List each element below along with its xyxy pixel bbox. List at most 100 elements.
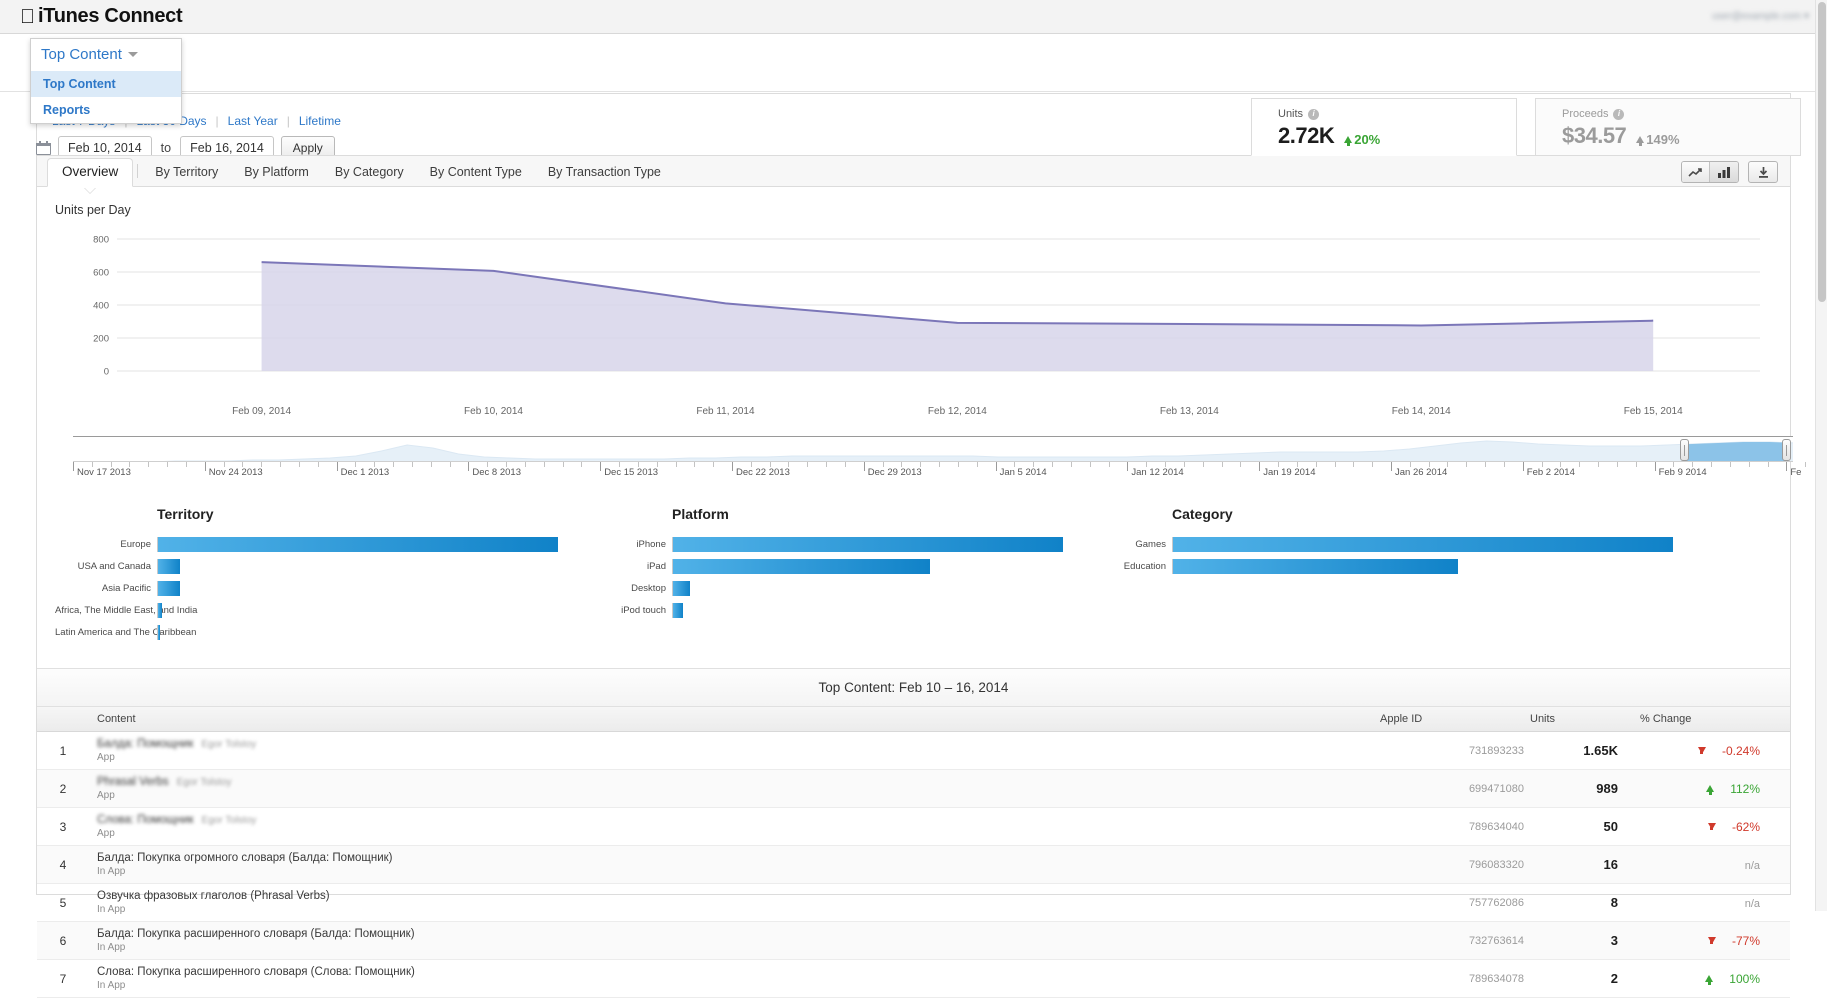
- tab-overview[interactable]: Overview: [47, 158, 134, 187]
- navigator-tick-label: Dec 8 2013: [472, 467, 521, 478]
- cell-content[interactable]: Слова: Покупка расширенного словаря (Сло…: [89, 959, 1380, 998]
- navigator-tick: [204, 462, 206, 471]
- pct-change-wrap: 112%: [1706, 782, 1760, 796]
- page-scrollbar[interactable]: [1815, 0, 1827, 911]
- navigator-minor-tick: [562, 462, 564, 467]
- content-name-text: Балда: Покупка огромного словаря (Балда:…: [97, 852, 393, 864]
- breakdown-row-track: [157, 581, 557, 596]
- brand[interactable]:  iTunes Connect: [0, 5, 183, 28]
- range-handle-left-icon[interactable]: [1679, 439, 1689, 461]
- breakdown-bar[interactable]: [158, 559, 181, 574]
- tab-by-platform[interactable]: By Platform: [231, 165, 322, 186]
- breakdown-bar[interactable]: [1173, 559, 1458, 574]
- tab-by-category[interactable]: By Category: [322, 165, 417, 186]
- table-row[interactable]: 4 Балда: Покупка огромного словаря (Балда…: [37, 845, 1790, 884]
- breakdown-row: Africa, The Middle East, and India: [55, 602, 570, 619]
- chart-navigator[interactable]: Nov 17 2013 Nov 24 2013 Dec 1 2013 Dec 8 20…: [37, 436, 1826, 484]
- breakdown-bar[interactable]: [673, 603, 684, 618]
- navigator-minor-tick: [185, 462, 187, 467]
- breakdown-bar[interactable]: [158, 603, 162, 618]
- tab-by-territory[interactable]: By Territory: [142, 165, 231, 186]
- quick-range-last-year[interactable]: Last Year: [219, 114, 287, 128]
- cell-content[interactable]: Озвучка фразовых глаголов (Phrasal Verbs…: [89, 883, 1380, 922]
- kpi-units-label-row: Units i: [1278, 108, 1516, 120]
- navigator-tick-label: Dec 15 2013: [604, 467, 659, 478]
- table-row[interactable]: 7 Слова: Покупка расширенного словаря (Сл…: [37, 959, 1790, 998]
- cell-content[interactable]: Балда: Помощник Egor Tolstoy App: [89, 731, 1380, 770]
- navigator-tick-label: Jan 26 2014: [1394, 467, 1448, 478]
- svg-text:800: 800: [93, 235, 109, 246]
- column-pct-change[interactable]: % Change: [1640, 707, 1790, 732]
- table-row[interactable]: 3 Слова: Помощник Egor Tolstoy App 789634040…: [37, 807, 1790, 846]
- breakdown-bar[interactable]: [1173, 537, 1673, 552]
- cell-content[interactable]: Балда: Покупка расширенного словаря (Бал…: [89, 921, 1380, 960]
- cell-content[interactable]: Слова: Помощник Egor Tolstoy App: [89, 807, 1380, 846]
- breakdown-bar[interactable]: [673, 537, 1063, 552]
- navigator-tick-label: Dec 29 2013: [867, 467, 922, 478]
- line-chart-icon[interactable]: [1682, 162, 1710, 182]
- range-handle-right-icon[interactable]: [1781, 439, 1791, 461]
- table-row[interactable]: 6 Балда: Покупка расширенного словаря (Ба…: [37, 921, 1790, 960]
- content-name[interactable]: Phrasal Verbs Egor Tolstoy: [97, 776, 1380, 788]
- content-name-text: Слова: Покупка расширенного словаря (Сло…: [97, 966, 415, 978]
- breakdown-bar[interactable]: [673, 581, 690, 596]
- navigator-minor-tick: [1409, 462, 1411, 467]
- content-name[interactable]: Балда: Покупка огромного словаря (Балда:…: [97, 852, 1380, 864]
- content-name[interactable]: Слова: Помощник Egor Tolstoy: [97, 814, 1380, 826]
- breakdown-bar[interactable]: [158, 581, 181, 596]
- cell-rank: 3: [37, 807, 89, 846]
- kpi-card-proceeds[interactable]: Proceeds i $34.57 149%: [1535, 98, 1801, 156]
- tab-by-content-type[interactable]: By Content Type: [417, 165, 535, 186]
- page-scrollbar-thumb[interactable]: [1818, 2, 1826, 302]
- menu-item-top-content[interactable]: Top Content: [31, 71, 181, 97]
- content-name[interactable]: Балда: Покупка расширенного словаря (Бал…: [97, 928, 1380, 940]
- navigator-minor-tick: [1070, 462, 1072, 467]
- tab-by-transaction-type[interactable]: By Transaction Type: [535, 165, 674, 186]
- arrow-up-icon: [1706, 785, 1715, 796]
- info-icon[interactable]: i: [1613, 108, 1625, 120]
- navigator-minor-tick: [1635, 462, 1637, 467]
- navigator-track[interactable]: [73, 436, 1793, 462]
- global-header:  iTunes Connect user@example.com ▾: [0, 0, 1827, 34]
- module-dropdown[interactable]: Top Content Top Content Reports: [30, 38, 182, 124]
- cell-rank: 1: [37, 731, 89, 770]
- breakdown-row-track: [1172, 559, 1672, 574]
- navigator-minor-tick: [1711, 462, 1713, 467]
- quick-range-lifetime[interactable]: Lifetime: [290, 114, 350, 128]
- module-dropdown-trigger[interactable]: Top Content: [31, 39, 181, 71]
- content-name[interactable]: Балда: Помощник Egor Tolstoy: [97, 738, 1380, 750]
- table-row[interactable]: 1 Балда: Помощник Egor Tolstoy App 731893233…: [37, 731, 1790, 770]
- navigator-minor-tick: [148, 462, 150, 467]
- breakdown-bar[interactable]: [673, 559, 931, 574]
- navigator-tick: [1390, 462, 1392, 471]
- content-name[interactable]: Слова: Покупка расширенного словаря (Сло…: [97, 966, 1380, 978]
- account-menu[interactable]: user@example.com ▾: [1712, 11, 1809, 22]
- menu-item-reports[interactable]: Reports: [31, 97, 181, 123]
- calendar-icon[interactable]: [36, 141, 51, 155]
- navigator-minor-tick: [1089, 462, 1091, 467]
- breakdown-bar[interactable]: [158, 625, 161, 640]
- cell-content[interactable]: Phrasal Verbs Egor Tolstoy App: [89, 769, 1380, 808]
- chevron-down-icon: ▾: [1803, 11, 1809, 22]
- pct-change-wrap: -77%: [1707, 934, 1760, 948]
- download-icon[interactable]: [1748, 161, 1778, 183]
- table-row[interactable]: 2 Phrasal Verbs Egor Tolstoy App 699471080 98…: [37, 769, 1790, 808]
- info-icon[interactable]: i: [1308, 108, 1320, 120]
- breakdown-bar[interactable]: [158, 537, 558, 552]
- breakdown-row-label: Latin America and The Caribbean: [55, 627, 197, 638]
- table-row[interactable]: 5 Озвучка фразовых глаголов (Phrasal Verb…: [37, 883, 1790, 922]
- pct-change-wrap: -62%: [1707, 820, 1760, 834]
- units-per-day-chart[interactable]: 0 200 400 600 800: [59, 229, 1768, 404]
- column-units[interactable]: Units: [1530, 707, 1640, 732]
- navigator-minor-tick: [167, 462, 169, 467]
- cell-content[interactable]: Балда: Покупка огромного словаря (Балда:…: [89, 845, 1380, 884]
- bar-chart-icon[interactable]: [1710, 162, 1738, 182]
- kpi-card-units[interactable]: Units i 2.72K 20%: [1251, 98, 1517, 156]
- navigator-tick-label: Feb 2 2014: [1526, 467, 1575, 478]
- navigator-minor-tick: [1202, 462, 1204, 467]
- column-content[interactable]: Content: [89, 707, 1380, 732]
- column-apple-id[interactable]: Apple ID: [1380, 707, 1530, 732]
- content-name[interactable]: Озвучка фразовых глаголов (Phrasal Verbs…: [97, 890, 1380, 902]
- kpi-proceeds-value: $34.57: [1562, 123, 1627, 148]
- top-content-title: Top Content: Feb 10 – 16, 2014: [37, 669, 1790, 707]
